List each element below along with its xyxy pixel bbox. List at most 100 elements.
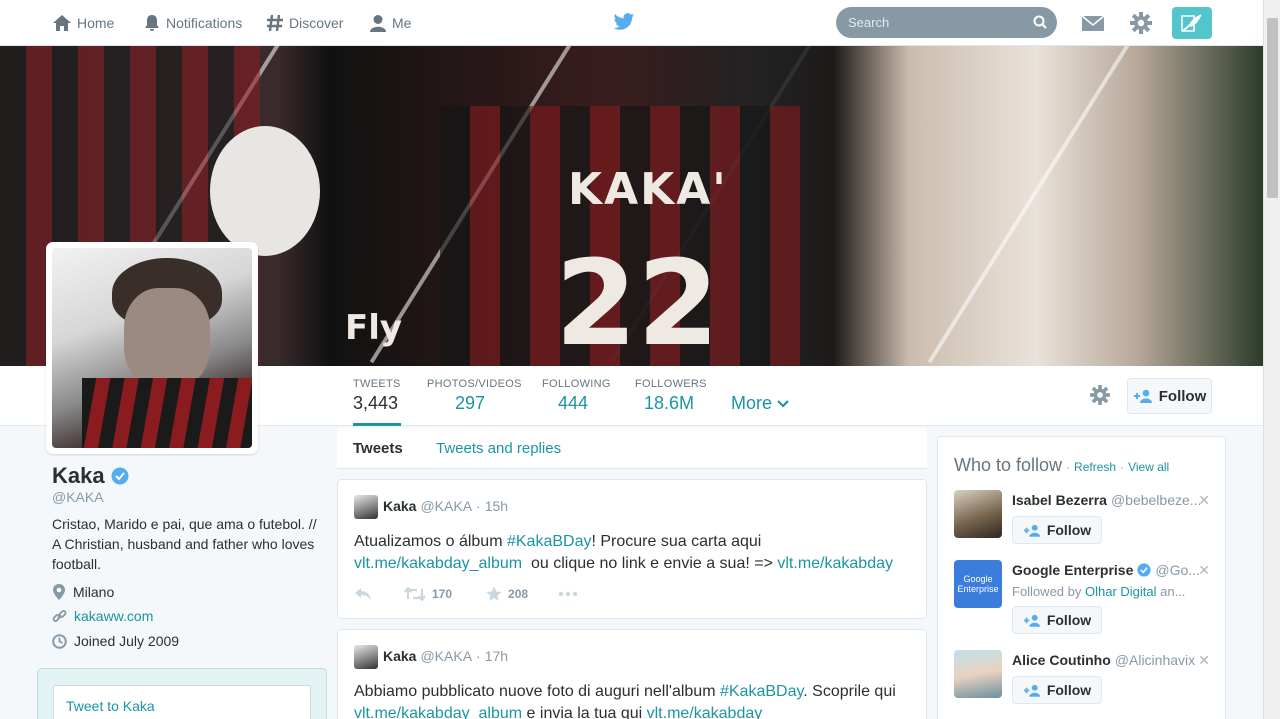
banner-stripe xyxy=(927,46,1154,364)
tweet-url-link[interactable]: vlt.me/kakabday_album xyxy=(354,705,522,719)
more-label: More xyxy=(731,393,773,413)
nav-notifications[interactable]: Notifications xyxy=(143,12,242,34)
tweet-avatar[interactable] xyxy=(354,495,378,519)
tweet-text-part: Abbiamo pubblicato nuove foto di auguri … xyxy=(354,683,720,700)
stat-photos-label: PHOTOS/VIDEOS xyxy=(427,378,522,390)
suggestion-avatar[interactable] xyxy=(954,490,1002,538)
tweet-text-part: e invia la tua qui xyxy=(522,705,647,719)
dismiss-close-icon[interactable]: ✕ xyxy=(1198,652,1210,669)
dismiss-close-icon[interactable]: ✕ xyxy=(1198,492,1210,509)
search-box xyxy=(836,7,1057,38)
google-enterprise-logo[interactable]: Google Enterprise xyxy=(954,560,1002,608)
stat-followers-label: FOLLOWERS xyxy=(635,378,707,390)
add-user-icon xyxy=(1023,684,1040,697)
separator-dot: · xyxy=(1120,460,1125,474)
dismiss-close-icon[interactable]: ✕ xyxy=(1198,562,1210,579)
suggestion-name[interactable]: Google Enterprise xyxy=(1012,562,1133,578)
suggestion-identity: Google Enterprise @Go... xyxy=(1012,562,1202,578)
tab-tweets[interactable]: Tweets xyxy=(353,440,403,457)
profile-bio: Cristao, Marido e pai, que ama o futebol… xyxy=(52,516,317,572)
suggestion-follow-label: Follow xyxy=(1046,682,1092,698)
view-all-link[interactable]: View all xyxy=(1128,460,1169,474)
suggestion-handle[interactable]: @Go... xyxy=(1155,562,1200,578)
envelope-icon[interactable] xyxy=(1082,14,1104,32)
followed-by-context: Followed by Olhar Digital an... xyxy=(1012,584,1202,599)
suggestion-identity: Alice Coutinho @Alicinhavix xyxy=(1012,652,1202,668)
tweet-url-link[interactable]: vlt.me/kakabday_album xyxy=(354,555,522,572)
profile-url-link[interactable]: kakaww.com xyxy=(74,608,153,624)
stat-photos-videos[interactable]: PHOTOS/VIDEOS 297 xyxy=(427,378,522,414)
tweet-hashtag-link[interactable]: #KakaBDay xyxy=(507,533,592,550)
search-input[interactable] xyxy=(836,7,1026,38)
tweet-url-link[interactable]: vlt.me/kakabday xyxy=(777,555,893,572)
tweet-text-part: Atualizamos o álbum xyxy=(354,533,507,550)
more-actions-button[interactable] xyxy=(558,591,578,597)
stat-following[interactable]: FOLLOWING 444 xyxy=(542,378,611,414)
stat-followers[interactable]: FOLLOWERS 18.6M xyxy=(635,378,707,414)
logo-text-line: Enterprise xyxy=(957,584,999,594)
nav-me[interactable]: Me xyxy=(369,12,411,34)
nav-notifications-label: Notifications xyxy=(166,15,243,31)
suggestion-name[interactable]: Alice Coutinho xyxy=(1012,652,1111,668)
more-dropdown[interactable]: More xyxy=(731,393,790,414)
profile-location: Milano xyxy=(52,584,114,600)
hashtag-icon xyxy=(267,14,283,32)
page-scrollbar[interactable] xyxy=(1263,0,1280,719)
suggestion-follow-button[interactable]: Follow xyxy=(1012,676,1102,704)
bell-icon xyxy=(145,15,159,31)
top-navigation: Home Notifications Discover Me xyxy=(0,0,1280,46)
tweet-avatar[interactable] xyxy=(354,645,378,669)
tweet-timestamp[interactable]: 15h xyxy=(485,498,508,514)
search-icon[interactable] xyxy=(1033,15,1047,29)
stat-following-value: 444 xyxy=(558,393,589,413)
tweet-header: Kaka @KAKA · 15h xyxy=(383,498,508,514)
followed-by-link[interactable]: Olhar Digital xyxy=(1085,584,1157,599)
location-pin-icon xyxy=(53,584,65,600)
suggestion-name[interactable]: Isabel Bezerra xyxy=(1012,492,1107,508)
profile-settings-gear-icon[interactable] xyxy=(1090,385,1110,405)
profile-avatar[interactable] xyxy=(46,242,258,454)
tweet-author-name[interactable]: Kaka xyxy=(383,648,416,664)
tweet-url-link[interactable]: vlt.me/kakabday xyxy=(647,705,763,719)
gear-icon[interactable] xyxy=(1130,12,1152,34)
scrollbar-thumb[interactable] xyxy=(1267,18,1278,198)
suggestion-follow-button[interactable]: Follow xyxy=(1012,606,1102,634)
who-to-follow-header: Who to follow · Refresh · View all xyxy=(954,455,1169,476)
suggestion-identity: Isabel Bezerra @bebelbeze... xyxy=(1012,492,1202,508)
tweet-to-input[interactable]: Tweet to Kaka xyxy=(53,685,311,719)
timeline-tabs: Tweets Tweets and replies xyxy=(337,428,927,469)
nav-discover-label: Discover xyxy=(289,15,344,31)
tweet-item[interactable]: Kaka @KAKA · 17h Abbiamo pubblicato nuov… xyxy=(337,629,927,719)
profile-handle[interactable]: @KAKA xyxy=(52,489,104,505)
suggestion-handle[interactable]: @bebelbeze... xyxy=(1111,492,1202,508)
twitter-bird-icon[interactable] xyxy=(613,12,635,32)
avatar-jersey xyxy=(82,378,252,448)
nav-home-label: Home xyxy=(77,15,115,31)
tweet-author-handle[interactable]: @KAKA xyxy=(420,498,472,514)
profile-name-row: Kaka xyxy=(52,463,129,489)
tweet-author-name[interactable]: Kaka xyxy=(383,498,416,514)
tweet-item[interactable]: Kaka @KAKA · 15h Atualizamos o álbum #Ka… xyxy=(337,479,927,619)
suggestion-handle[interactable]: @Alicinhavix xyxy=(1115,652,1195,668)
refresh-link[interactable]: Refresh xyxy=(1074,460,1116,474)
reply-button[interactable] xyxy=(354,587,372,601)
tweet-text-part: . Scoprile qui xyxy=(803,683,896,700)
suggestion-item: Google Enterprise Google Enterprise @Go.… xyxy=(954,560,1214,634)
nav-home[interactable]: Home xyxy=(52,12,114,34)
tweet-timestamp[interactable]: 17h xyxy=(485,648,508,664)
suggestion-avatar[interactable] xyxy=(954,650,1002,698)
stat-tweets[interactable]: TWEETS 3,443 xyxy=(353,378,401,426)
nav-discover[interactable]: Discover xyxy=(266,12,343,34)
link-icon xyxy=(52,609,67,622)
follow-button[interactable]: Follow xyxy=(1127,378,1212,414)
suggestion-follow-label: Follow xyxy=(1046,522,1092,538)
retweet-icon xyxy=(404,587,426,601)
tab-tweets-and-replies[interactable]: Tweets and replies xyxy=(436,440,561,457)
favorite-button[interactable]: 208 xyxy=(486,586,528,602)
suggestion-follow-button[interactable]: Follow xyxy=(1012,516,1102,544)
compose-tweet-button[interactable] xyxy=(1172,7,1212,39)
tweet-author-handle[interactable]: @KAKA xyxy=(420,648,472,664)
tweet-hashtag-link[interactable]: #KakaBDay xyxy=(720,683,803,700)
reply-icon xyxy=(355,588,371,600)
retweet-button[interactable]: 170 xyxy=(404,587,452,601)
